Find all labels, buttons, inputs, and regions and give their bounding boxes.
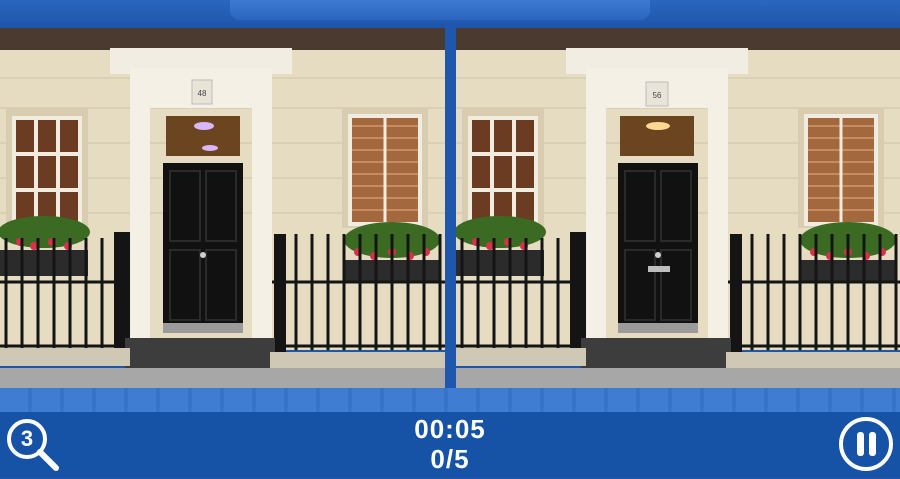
left-window <box>462 108 544 228</box>
front-door[interactable] <box>618 163 698 328</box>
left-curb <box>456 348 586 366</box>
door-threshold <box>618 323 698 333</box>
left-gate-post <box>114 232 130 350</box>
pavement <box>456 368 900 388</box>
right-image-panel[interactable]: 56 <box>456 28 900 388</box>
door-knob[interactable] <box>200 252 206 258</box>
front-step <box>125 338 275 368</box>
top-bar-highlight <box>230 0 650 20</box>
door-knob[interactable] <box>655 252 661 258</box>
left-curb <box>0 348 130 366</box>
right-curb <box>726 352 900 370</box>
pavement <box>0 368 445 388</box>
house-number: 48 <box>198 89 207 98</box>
right-scene[interactable]: 56 <box>456 28 900 388</box>
right-curb <box>270 352 445 370</box>
right-gate-post <box>274 234 286 352</box>
right-window <box>342 108 428 228</box>
front-door[interactable] <box>163 163 243 328</box>
progress-stripe <box>0 388 900 412</box>
left-window <box>6 108 88 228</box>
brick-strip <box>456 28 900 50</box>
panel-divider <box>445 24 456 390</box>
pause-icon <box>839 417 893 471</box>
right-window <box>798 108 884 228</box>
fanlight-lamp <box>646 122 670 130</box>
fanlight <box>620 116 694 156</box>
left-scene[interactable]: 48 <box>0 28 445 388</box>
front-step <box>581 338 731 368</box>
brick-strip <box>0 28 445 50</box>
fanlight-lamp-lower <box>202 145 218 151</box>
left-image-panel[interactable]: 48 <box>0 28 445 388</box>
door-threshold <box>163 323 243 333</box>
house-number: 56 <box>653 91 662 100</box>
letter-box[interactable] <box>648 266 670 272</box>
top-bar <box>0 0 900 24</box>
fanlight <box>166 116 240 156</box>
timer-display: 00:05 <box>414 414 486 444</box>
pause-button[interactable] <box>838 416 894 472</box>
right-gate-post <box>730 234 742 352</box>
left-gate-post <box>570 232 586 350</box>
fanlight-lamp <box>194 122 214 130</box>
differences-found-counter: 0/5 <box>430 444 470 474</box>
